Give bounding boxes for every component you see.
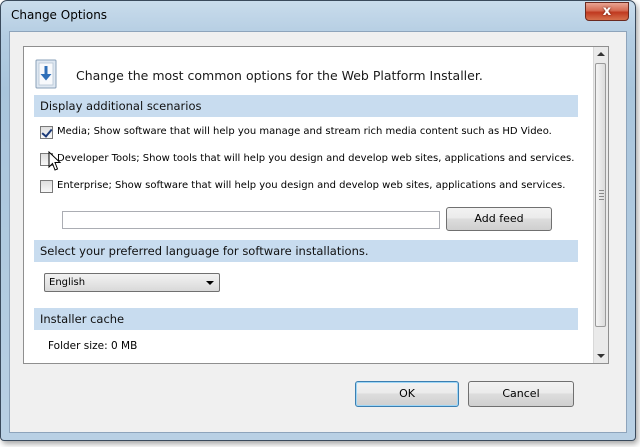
enterprise-checkbox-label[interactable]: Enterprise; Show software that will help… (57, 180, 565, 191)
section-title-cache: Installer cache (40, 312, 125, 326)
cache-folder-size: Folder size: 0 MB (48, 340, 138, 352)
ok-button[interactable]: OK (355, 381, 459, 407)
dialog-header: Change the most common options for the W… (32, 59, 592, 93)
scroll-down-arrow-icon[interactable] (597, 354, 605, 358)
window-title: Change Options (11, 8, 108, 22)
ok-button-label: OK (399, 387, 415, 400)
scroll-up-arrow-icon[interactable] (597, 52, 605, 56)
section-title-scenarios: Display additional scenarios (40, 99, 202, 113)
options-scroll-panel: Change the most common options for the W… (23, 46, 609, 364)
cancel-button[interactable]: Cancel (468, 381, 574, 407)
close-button[interactable]: x (585, 2, 629, 21)
media-checkbox[interactable] (40, 126, 53, 139)
developer-tools-checkbox-label[interactable]: Developer Tools; Show tools that will he… (57, 153, 574, 164)
mouse-pointer-icon (48, 151, 62, 171)
scrollbar-thumb[interactable] (595, 63, 606, 327)
cancel-button-label: Cancel (502, 387, 540, 400)
title-bar[interactable]: Change Options x (1, 1, 635, 31)
grip-line (599, 190, 604, 191)
close-icon: x (602, 4, 612, 19)
section-header-cache: Installer cache (34, 308, 578, 330)
add-feed-button[interactable]: Add feed (446, 207, 552, 231)
installer-icon (35, 59, 57, 89)
vertical-scrollbar[interactable] (593, 47, 608, 363)
scenario-media-row[interactable]: Media; Show software that will help you … (40, 125, 580, 141)
media-checkbox-label[interactable]: Media; Show software that will help you … (57, 126, 552, 137)
dialog-description: Change the most common options for the W… (76, 68, 483, 83)
section-title-language: Select your preferred language for softw… (40, 244, 369, 258)
scenario-enterprise-row[interactable]: Enterprise; Show software that will help… (40, 179, 580, 195)
grip-line (599, 199, 604, 200)
section-header-language: Select your preferred language for softw… (34, 240, 578, 262)
scenario-developer-tools-row[interactable]: Developer Tools; Show tools that will he… (40, 152, 580, 168)
change-options-window: Change Options x Change the most common … (0, 0, 636, 441)
feed-url-input[interactable] (62, 211, 440, 229)
grip-line (599, 196, 604, 197)
grip-line (599, 193, 604, 194)
language-dropdown[interactable]: English (44, 273, 220, 292)
language-selected-value: English (49, 277, 86, 288)
enterprise-checkbox[interactable] (40, 180, 53, 193)
chevron-down-icon (206, 281, 214, 285)
section-header-scenarios: Display additional scenarios (34, 95, 578, 117)
